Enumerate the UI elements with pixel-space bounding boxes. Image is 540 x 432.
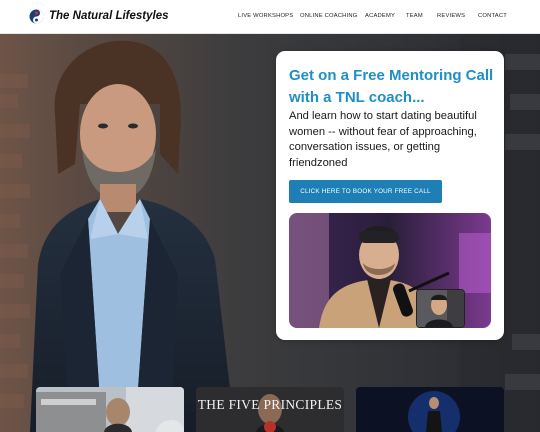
street-photo-image xyxy=(36,387,184,432)
stage-speaker-image xyxy=(356,387,504,432)
thumbnail-2-caption: THE FIVE PRINCIPLES xyxy=(197,397,343,412)
mentoring-call-card: Get on a Free Mentoring Call with a TNL … xyxy=(276,51,504,340)
book-free-call-button[interactable]: CLICK HERE TO BOOK YOUR FREE CALL xyxy=(289,180,442,203)
workshop-thumbnail-1[interactable] xyxy=(36,387,184,432)
picture-in-picture-thumbnail xyxy=(416,289,465,328)
nav-team[interactable]: TEAM xyxy=(406,13,423,19)
workshop-thumbnail-2[interactable]: THE FIVE PRINCIPLES xyxy=(196,387,344,432)
nav-contact[interactable]: CONTACT xyxy=(478,13,507,19)
nav-online-coaching[interactable]: ONLINE COACHING xyxy=(300,13,357,19)
card-title: Get on a Free Mentoring Call with a TNL … xyxy=(289,67,494,106)
nav-reviews[interactable]: REVIEWS xyxy=(437,13,465,19)
coaching-video-thumbnail[interactable] xyxy=(289,213,491,328)
card-description: And learn how to start dating beautiful … xyxy=(289,110,477,169)
nav-academy[interactable]: ACADEMY xyxy=(365,13,395,19)
site-header: The Natural Lifestyles LIVE WORKSHOPS ON… xyxy=(0,0,540,34)
nav-live-workshops[interactable]: LIVE WORKSHOPS xyxy=(238,13,293,19)
workshop-thumbnail-3[interactable] xyxy=(356,387,504,432)
hero-section: Get on a Free Mentoring Call with a TNL … xyxy=(0,34,540,432)
main-nav: LIVE WORKSHOPS ONLINE COACHING ACADEMY T… xyxy=(0,13,540,25)
